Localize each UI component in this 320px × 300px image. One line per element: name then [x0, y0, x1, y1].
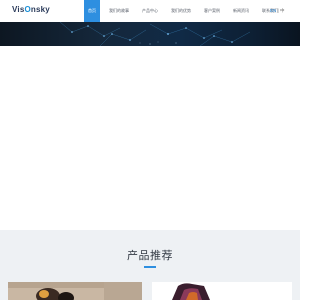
- section-title: 产品推荐: [127, 250, 173, 262]
- lang-en-link[interactable]: EN: [270, 8, 276, 13]
- main-nav: 首页 我们的故事 产品中心 我们的优势 客户案例 新闻资讯 联系我们: [84, 0, 287, 22]
- product-image: [152, 282, 292, 300]
- title-underline: [144, 266, 156, 268]
- language-switcher: EN | 中: [270, 0, 284, 22]
- brand-logo[interactable]: VisOnsky: [12, 5, 50, 14]
- nav-item-advantages[interactable]: 我们的优势: [167, 0, 195, 22]
- product-image: [8, 282, 142, 300]
- hero-network-graphic: [59, 22, 251, 46]
- product-card[interactable]: [8, 282, 142, 300]
- nav-item-news[interactable]: 新闻资讯: [229, 0, 253, 22]
- lang-zh-link[interactable]: 中: [280, 8, 285, 13]
- hero-blank-area: [0, 46, 300, 230]
- nav-item-home[interactable]: 首页: [84, 0, 100, 22]
- nav-item-products[interactable]: 产品中心: [138, 0, 162, 22]
- nav-item-cases[interactable]: 客户案例: [200, 0, 224, 22]
- top-navbar: VisOnsky 首页 我们的故事 产品中心 我们的优势 客户案例 新闻资讯 联…: [0, 0, 300, 22]
- nav-item-our-story[interactable]: 我们的故事: [105, 0, 133, 22]
- lang-separator: |: [277, 8, 279, 13]
- product-card[interactable]: [152, 282, 292, 300]
- hero-banner: [0, 22, 300, 46]
